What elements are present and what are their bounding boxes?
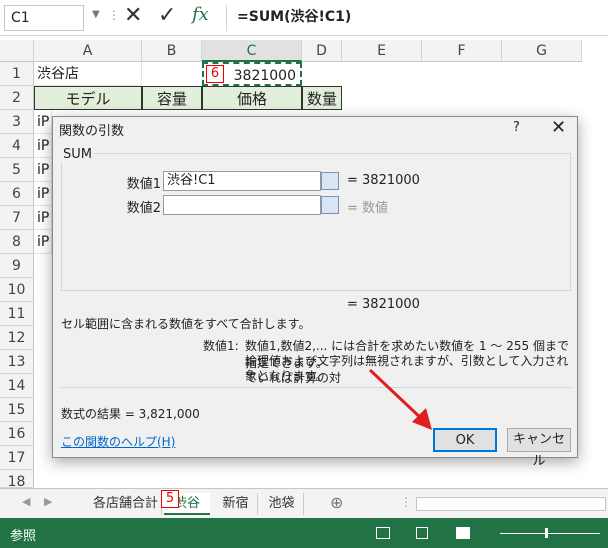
arrow-line (368, 368, 426, 423)
annotation-arrow (368, 368, 432, 430)
